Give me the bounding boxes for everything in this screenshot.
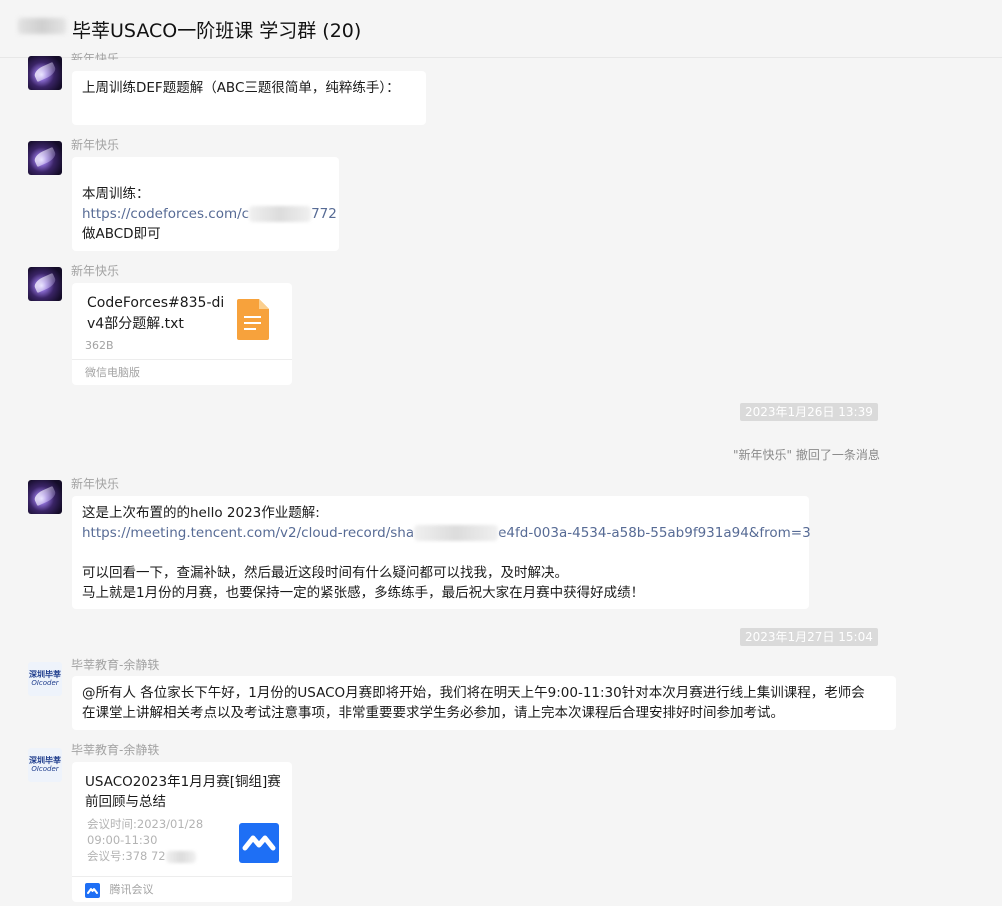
chat-header: 毕莘USACO一阶班课 学习群 (20)	[0, 0, 1002, 58]
org-avatar-text: 深圳毕莘	[29, 756, 61, 765]
message-bubble[interactable]: 这是上次布置的的hello 2023作业题解: https://meeting.…	[72, 496, 811, 609]
org-avatar[interactable]: 深圳毕莘 OIcoder	[28, 748, 62, 782]
message-bubble[interactable]: 本周训练： https://codeforces.com/c 772 做ABCD即…	[72, 157, 339, 251]
meeting-time: 09:00-11:30	[87, 833, 158, 847]
avatar[interactable]	[28, 267, 62, 301]
sender-name: 新年快乐	[71, 52, 120, 60]
meeting-time: 会议时间:2023/01/28	[87, 817, 204, 831]
meeting-card[interactable]: USACO2023年1月月赛[铜组]赛 前回顾与总结 会议时间:2023/01/…	[72, 762, 292, 902]
message-text: 上周训练DEF题题解（ABC三题很简单，纯粹练手）：	[82, 80, 400, 96]
meeting-source-label: 腾讯会议	[109, 883, 154, 896]
org-avatar-text: 深圳毕莘	[29, 670, 61, 679]
redacted-group-avatar	[18, 18, 66, 34]
sender-name: 新年快乐	[71, 138, 120, 152]
file-name: v4部分题解.txt	[87, 316, 184, 332]
org-avatar[interactable]: 深圳毕莘 OIcoder	[28, 662, 62, 696]
redacted-meeting-id	[165, 850, 196, 863]
sender-name: 毕莘教育-余静轶	[71, 743, 160, 757]
meeting-title: 前回顾与总结	[85, 794, 166, 810]
message-text: 做ABCD即可	[82, 226, 161, 242]
sender-name: 新年快乐	[71, 477, 120, 491]
recall-notice: "新年快乐" 撤回了一条消息	[733, 448, 880, 462]
org-avatar-text: OIcoder	[31, 679, 59, 687]
org-avatar-text: OIcoder	[31, 765, 59, 773]
tencent-meeting-small-icon	[85, 882, 100, 898]
redacted-link-part	[414, 525, 499, 541]
codeforces-link-end[interactable]: 772	[311, 206, 337, 222]
chat-title[interactable]: 毕莘USACO一阶班课 学习群 (20)	[72, 16, 361, 43]
message-bubble[interactable]: @所有人 各位家长下午好，1月份的USACO月赛即将开始，我们将在明天上午9:0…	[72, 676, 896, 730]
avatar[interactable]	[28, 141, 62, 175]
message-text: @所有人 各位家长下午好，1月份的USACO月赛即将开始，我们将在明天上午9:0…	[82, 685, 865, 701]
meeting-record-link-end[interactable]: e4fd-003a-4534-a58b-55ab9f931a94&from=3	[498, 525, 811, 541]
meeting-title: USACO2023年1月月赛[铜组]赛	[85, 774, 281, 790]
redacted-link-part	[249, 206, 312, 222]
timestamp: 2023年1月26日 13:39	[740, 403, 878, 421]
meeting-record-link[interactable]: https://meeting.tencent.com/v2/cloud-rec…	[82, 525, 414, 541]
message-text: 可以回看一下，查漏补缺，然后最近这段时间有什么疑问都可以找我，及时解决。	[82, 565, 568, 581]
avatar[interactable]	[28, 480, 62, 514]
message-text: 本周训练：	[82, 186, 150, 202]
meeting-id: 会议号:378 72	[87, 849, 166, 863]
message-text: 在课堂上讲解相关考点以及考试注意事项，非常重要要求学生务必参加，请上完本次课程后…	[82, 705, 784, 721]
file-card[interactable]: CodeForces#835-di v4部分题解.txt 362B 微信电脑版	[72, 283, 292, 385]
sender-name: 新年快乐	[71, 264, 120, 278]
txt-file-icon	[237, 299, 269, 340]
avatar[interactable]	[28, 56, 62, 90]
sender-name: 毕莘教育-余静轶	[71, 658, 160, 672]
file-source: 微信电脑版	[72, 359, 292, 385]
file-size: 362B	[85, 339, 114, 352]
message-text: 这是上次布置的的hello 2023作业题解:	[82, 505, 320, 521]
timestamp: 2023年1月27日 15:04	[740, 628, 878, 646]
file-name: CodeForces#835-di	[87, 295, 225, 311]
message-text: 马上就是1月份的月赛，也要保持一定的紧张感，多练练手，最后祝大家在月赛中获得好成…	[82, 585, 645, 601]
codeforces-link[interactable]: https://codeforces.com/c	[82, 206, 249, 222]
meeting-source: 腾讯会议	[72, 876, 292, 902]
message-bubble[interactable]: 上周训练DEF题题解（ABC三题很简单，纯粹练手）：	[72, 71, 426, 125]
tencent-meeting-icon	[239, 823, 279, 863]
